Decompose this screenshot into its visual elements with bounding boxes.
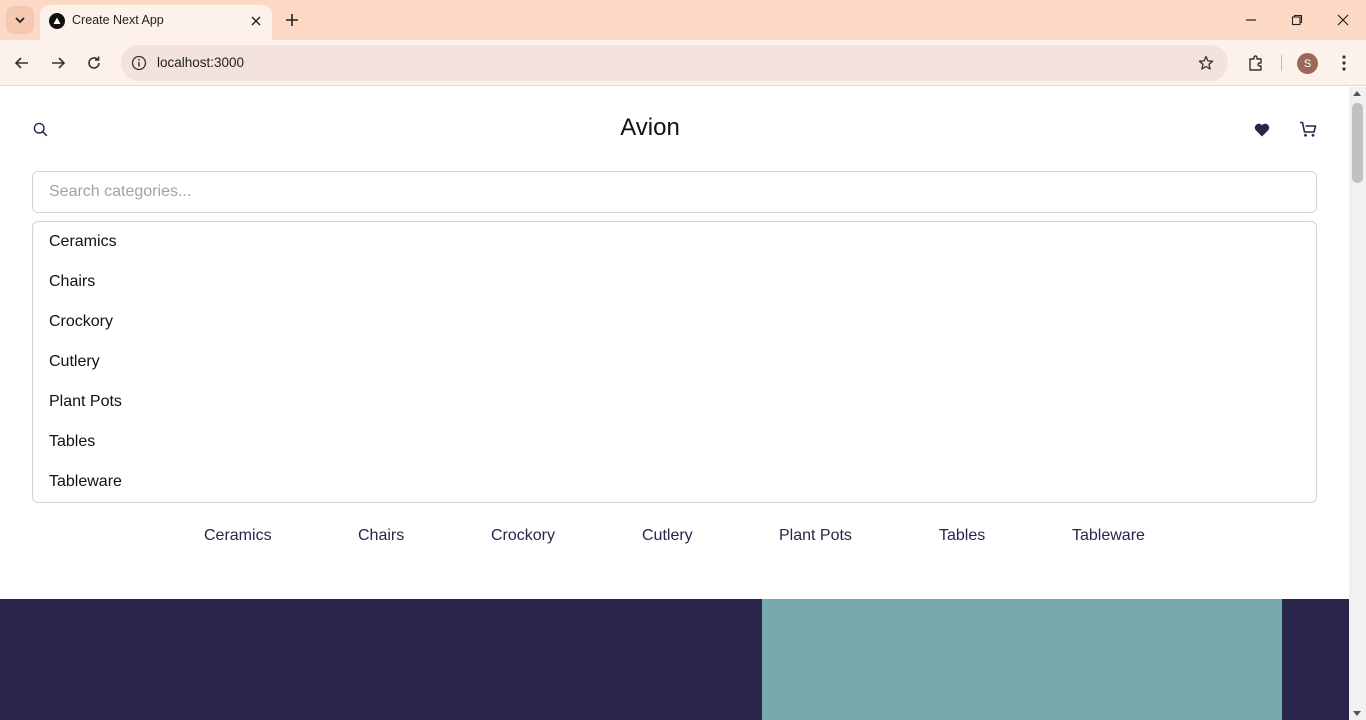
dropdown-option-chairs[interactable]: Chairs [49,262,95,302]
puzzle-icon [1249,55,1262,71]
close-icon [251,16,261,26]
page-scrollbar[interactable] [1349,87,1366,720]
dropdown-option-plant-pots[interactable]: Plant Pots [49,382,122,422]
minimize-icon [1246,19,1256,21]
browser-toolbar: localhost:3000 S [0,40,1366,86]
hero-image [762,599,1282,720]
url-text: localhost:3000 [157,55,245,70]
category-dropdown: Ceramics Chairs Crockory Cutlery Plant P… [32,221,1317,503]
site-header: Avion [0,87,1349,171]
reload-icon [88,56,100,69]
dropdown-option-cutlery[interactable]: Cutlery [49,342,100,382]
nav-link-tableware[interactable]: Tableware [1072,527,1145,545]
arrow-left-icon [14,57,28,69]
toolbar-divider [1281,55,1282,71]
bookmark-star-icon[interactable] [1196,53,1216,73]
browser-menu-button[interactable] [1332,49,1356,77]
forward-button[interactable] [44,49,72,77]
close-icon [1337,14,1349,26]
brand-logo[interactable]: Avion [0,114,1300,142]
kebab-menu-icon [1342,55,1346,71]
scrollbar-thumb[interactable] [1352,103,1363,183]
nav-link-tables[interactable]: Tables [939,527,985,545]
dropdown-option-tables[interactable]: Tables [49,422,95,462]
scroll-down-arrow-icon[interactable] [1353,711,1361,716]
address-bar[interactable]: localhost:3000 [121,45,1228,81]
nav-link-plant-pots[interactable]: Plant Pots [779,527,852,545]
browser-tab-active[interactable]: Create Next App [40,5,272,40]
dropdown-option-ceramics[interactable]: Ceramics [49,222,117,262]
browser-tabstrip: Create Next App [0,0,1366,40]
back-button[interactable] [8,49,36,77]
reload-button[interactable] [80,49,108,77]
heart-icon [1254,123,1270,137]
arrow-right-icon [52,57,66,69]
cart-button[interactable] [1298,119,1318,139]
chevron-down-icon [15,17,25,24]
nav-link-ceramics[interactable]: Ceramics [204,527,272,545]
nav-link-crockory[interactable]: Crockory [491,527,555,545]
plus-icon [286,14,298,26]
tab-search-button[interactable] [6,6,34,34]
wishlist-button[interactable] [1252,120,1272,140]
close-window-button[interactable] [1328,6,1358,34]
nextjs-favicon-icon [49,13,65,29]
tab-title: Create Next App [72,13,164,27]
profile-avatar[interactable]: S [1297,53,1318,74]
tab-close-button[interactable] [247,12,265,30]
dropdown-option-tableware[interactable]: Tableware [49,462,122,502]
nav-link-chairs[interactable]: Chairs [358,527,404,545]
category-search-input[interactable] [32,171,1317,213]
scroll-up-arrow-icon[interactable] [1353,91,1361,96]
cart-icon [1300,121,1317,137]
restore-button[interactable] [1282,6,1312,34]
new-tab-button[interactable] [280,8,304,32]
page-viewport: Avion Ceramics Chairs Crockory Cutlery P… [0,87,1349,720]
extensions-button[interactable] [1242,49,1270,77]
dropdown-option-crockory[interactable]: Crockory [49,302,113,342]
restore-icon [1291,14,1303,26]
site-info-icon[interactable] [129,53,149,73]
nav-link-cutlery[interactable]: Cutlery [642,527,693,545]
minimize-button[interactable] [1236,6,1266,34]
